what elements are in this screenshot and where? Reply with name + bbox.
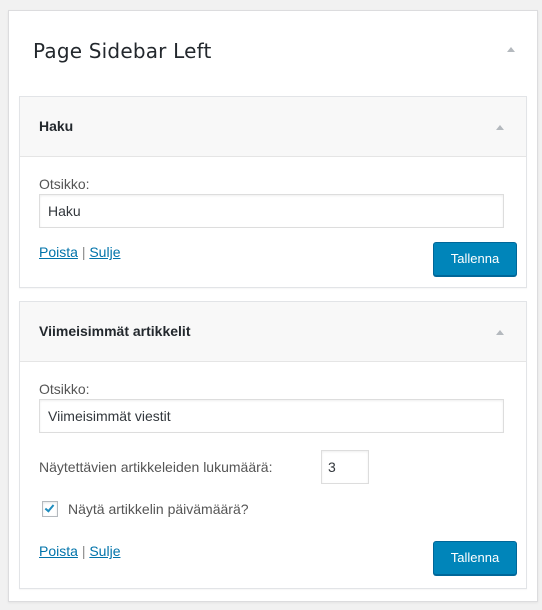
title-field-label: Otsikko: (39, 381, 90, 397)
widget-recent-posts: Viimeisimmät artikkelit Otsikko: Viimeis… (19, 301, 527, 589)
widget-toggle-arrow-icon[interactable] (496, 330, 504, 335)
widget-title: Viimeisimmät artikkelit (39, 323, 191, 339)
sidebar-header[interactable]: Page Sidebar Left (9, 11, 537, 89)
post-count-input[interactable]: 3 (321, 450, 369, 484)
close-link[interactable]: Sulje (89, 543, 120, 559)
widget-header[interactable]: Viimeisimmät artikkelit (20, 302, 526, 362)
widget-actions: Poista | Sulje (39, 543, 120, 559)
title-input[interactable]: Haku (39, 194, 504, 228)
save-button[interactable]: Tallenna (433, 242, 517, 276)
collapse-arrow-icon[interactable] (507, 47, 515, 52)
checkmark-icon (44, 502, 55, 513)
title-input[interactable]: Viimeisimmät viestit (39, 399, 504, 433)
show-date-label: Näytä artikkelin päivämäärä? (68, 501, 249, 517)
link-separator: | (81, 543, 86, 559)
page-sidebar-left-panel: Page Sidebar Left Haku Otsikko: Haku Poi… (8, 10, 538, 602)
widget-title: Haku (39, 118, 74, 134)
title-field-label: Otsikko: (39, 176, 90, 192)
widget-toggle-arrow-icon[interactable] (496, 125, 504, 130)
post-count-label: Näytettävien artikkeleiden lukumäärä: (39, 459, 273, 475)
widget-actions: Poista | Sulje (39, 244, 120, 260)
widget-haku: Haku Otsikko: Haku Poista | Sulje Tallen… (19, 96, 527, 288)
show-date-checkbox[interactable] (42, 501, 58, 517)
sidebar-title: Page Sidebar Left (33, 39, 212, 63)
delete-link[interactable]: Poista (39, 543, 78, 559)
link-separator: | (81, 244, 86, 260)
close-link[interactable]: Sulje (89, 244, 120, 260)
save-button[interactable]: Tallenna (433, 541, 517, 575)
widget-header[interactable]: Haku (20, 97, 526, 157)
delete-link[interactable]: Poista (39, 244, 78, 260)
